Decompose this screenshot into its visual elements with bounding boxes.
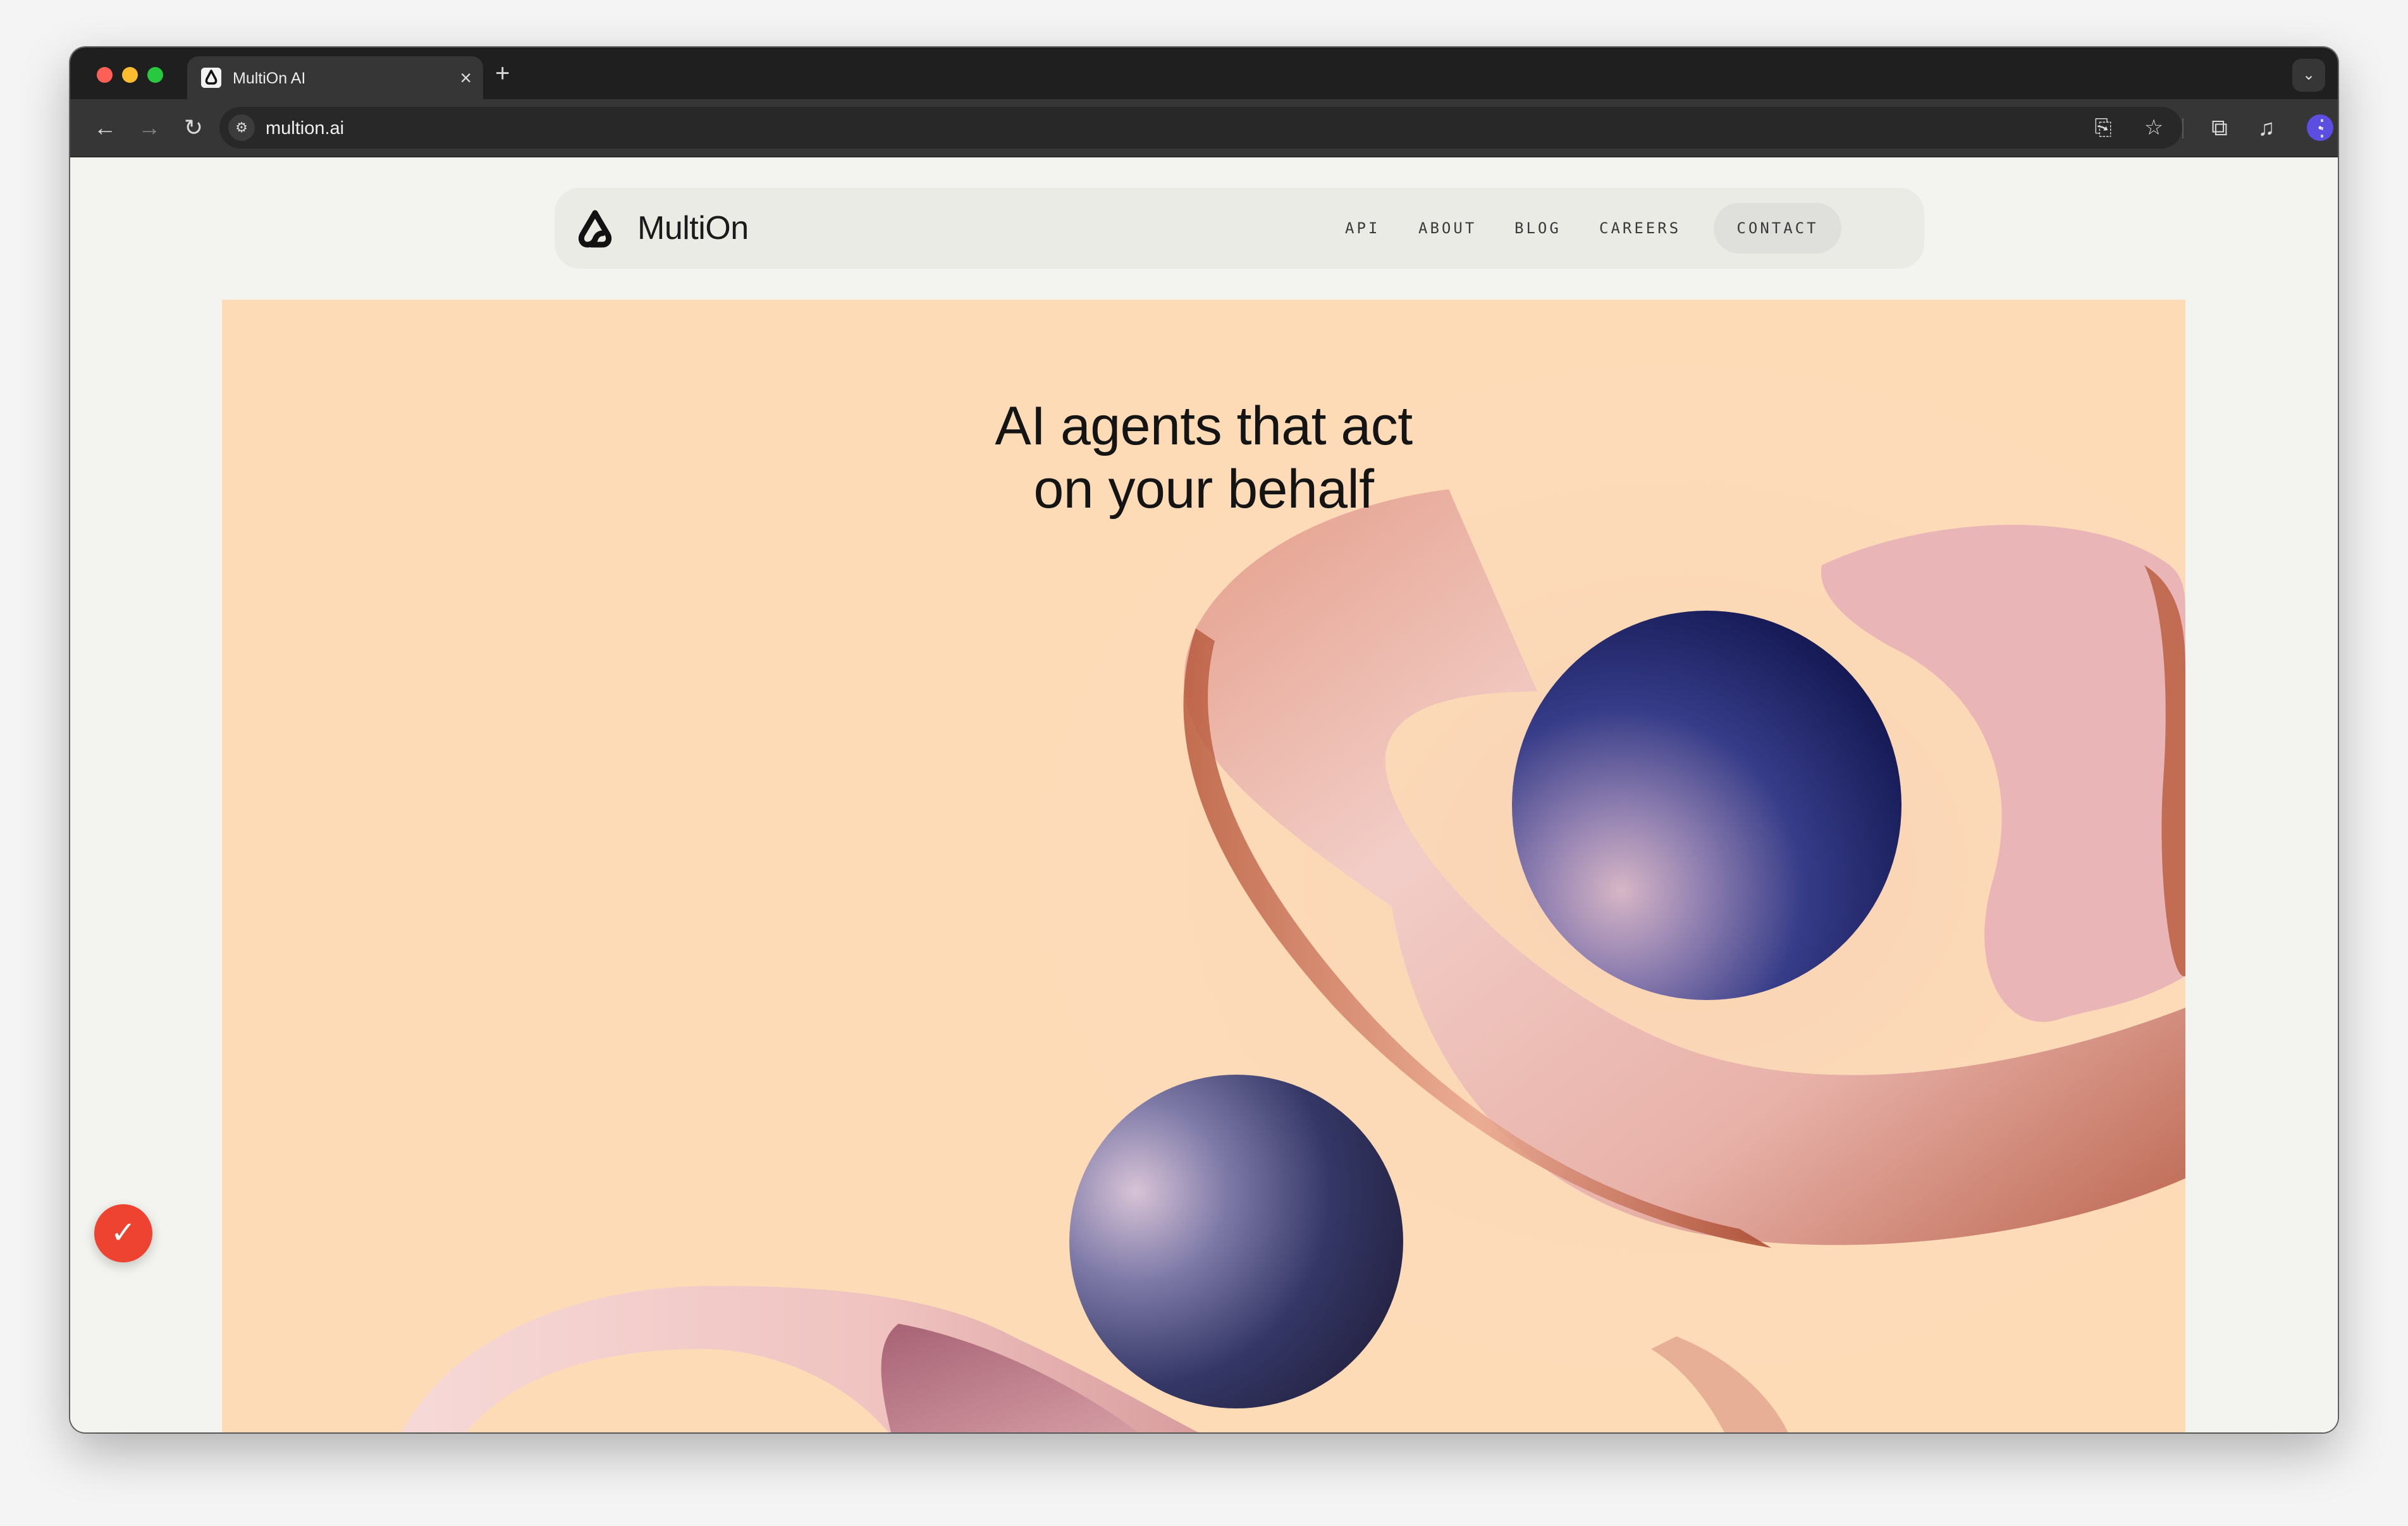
- nav-link-about[interactable]: ABOUT: [1418, 217, 1477, 240]
- maximize-window-button[interactable]: [147, 67, 163, 83]
- minimize-window-button[interactable]: [122, 67, 138, 83]
- browser-window: MultiOn AI × + ⌄ ← → ↻ ⚙ multion.ai ⎘ ☆ …: [70, 47, 2338, 1432]
- nav-link-api[interactable]: API: [1345, 217, 1380, 240]
- logo-wordmark[interactable]: MultiOn: [637, 209, 749, 247]
- bookmark-star-icon[interactable]: ☆: [2139, 113, 2168, 142]
- tab-title: MultiOn AI: [233, 70, 306, 87]
- close-window-button[interactable]: [97, 67, 113, 83]
- toolbar-divider: [2182, 118, 2184, 138]
- hero-headline-line-2: on your behalf: [1033, 459, 1374, 520]
- back-arrow-icon[interactable]: ←: [89, 112, 121, 143]
- nav-link-careers[interactable]: CAREERS: [1599, 217, 1681, 240]
- chrome-menu-icon[interactable]: ⋮: [2306, 112, 2338, 143]
- multion-favicon-icon: [201, 68, 221, 88]
- tab-close-icon[interactable]: ×: [460, 65, 472, 90]
- active-tab[interactable]: MultiOn AI ×: [187, 56, 483, 99]
- forward-arrow-icon[interactable]: →: [133, 112, 165, 143]
- hero-headline: AI agents that act on your behalf: [222, 394, 2185, 521]
- small-sphere: [1069, 1075, 1403, 1408]
- tab-bar: MultiOn AI × + ⌄: [70, 47, 2338, 99]
- site-info-icon[interactable]: ⚙: [228, 114, 255, 141]
- new-tab-button[interactable]: +: [495, 59, 510, 88]
- url-text[interactable]: multion.ai: [266, 118, 344, 139]
- large-sphere: [1512, 611, 1901, 1000]
- extensions-icon[interactable]: ⧉: [2204, 112, 2235, 143]
- page-viewport: MultiOn API ABOUT BLOG CAREERS CONTACT A…: [70, 157, 2338, 1432]
- multion-logo-icon[interactable]: [572, 207, 618, 252]
- contact-button[interactable]: CONTACT: [1714, 203, 1841, 253]
- media-controls-icon[interactable]: ♫: [2251, 112, 2282, 143]
- address-bar[interactable]: ⚙ multion.ai ⎘ ☆: [219, 107, 2182, 149]
- hero-headline-line-1: AI agents that act: [995, 396, 1413, 456]
- hero-section: AI agents that act on your behalf: [222, 300, 2185, 1432]
- reload-icon[interactable]: ↻: [178, 112, 209, 143]
- browser-toolbar: ← → ↻ ⚙ multion.ai ⎘ ☆ ⧉ ♫ • ⋮: [70, 99, 2338, 157]
- tab-search-button[interactable]: ⌄: [2292, 59, 2325, 92]
- install-app-icon[interactable]: ⎘: [2089, 113, 2118, 142]
- site-navbar: MultiOn API ABOUT BLOG CAREERS CONTACT: [555, 188, 1924, 269]
- floating-checkmark-badge[interactable]: ✓: [94, 1204, 152, 1262]
- nav-link-blog[interactable]: BLOG: [1514, 217, 1561, 240]
